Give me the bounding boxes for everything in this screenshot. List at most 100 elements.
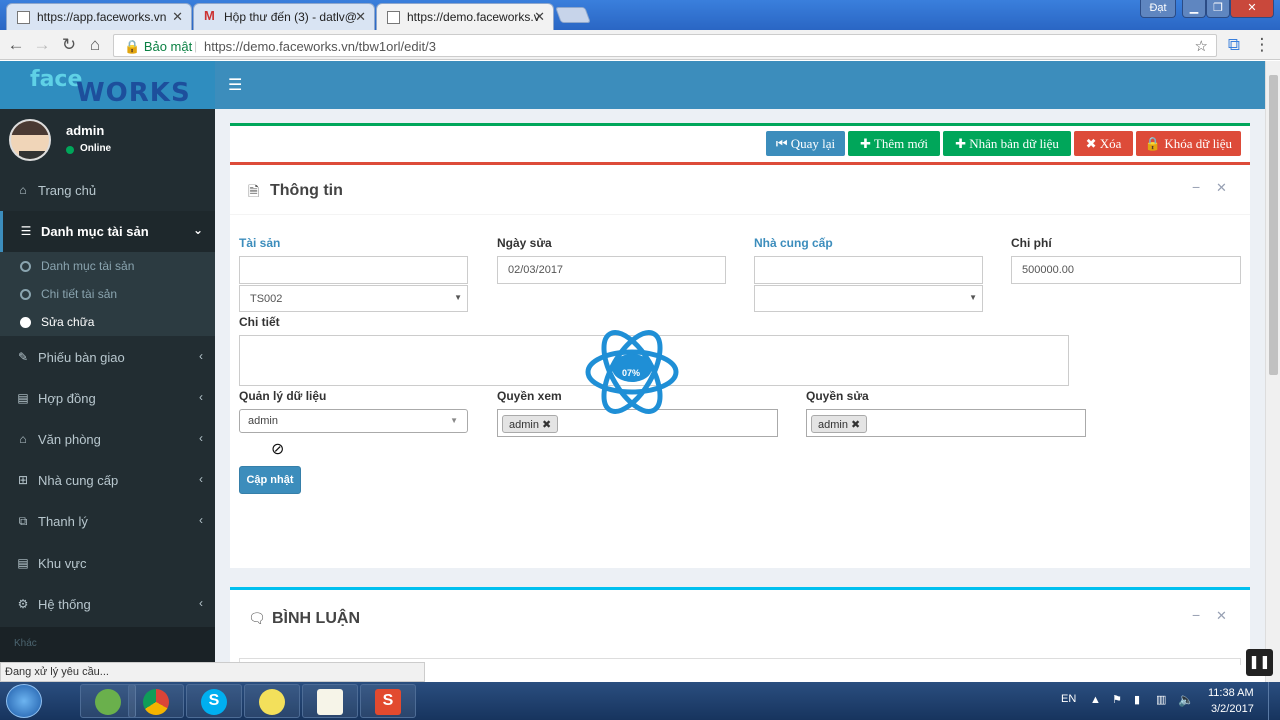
sidebar-subitem-repair[interactable]: Sửa chữa [0, 308, 215, 336]
collapse-icon[interactable]: − [1192, 179, 1200, 195]
user-name: admin [66, 123, 105, 138]
plus-icon: ✚ [859, 136, 871, 151]
asset-select[interactable]: TS002 ▼ [239, 285, 468, 312]
browser-tab-bar: https://app.faceworks.vn ✕ M Hộp thư đến… [0, 0, 1280, 30]
close-icon[interactable]: ✕ [355, 9, 366, 25]
asset-input[interactable] [239, 256, 468, 284]
date-label: Ngày sửa [497, 236, 552, 250]
edit-icon: ✎ [17, 350, 29, 364]
chevron-left-icon: ‹ [199, 390, 203, 404]
remove-tag-icon[interactable]: ✖ [542, 419, 551, 431]
add-button[interactable]: ✚ Thêm mới [848, 131, 940, 156]
edit-permission-label: Quyền sửa [806, 389, 869, 403]
back-button[interactable]: ⏮ Quay lại [766, 131, 845, 156]
minimize-button[interactable]: ▁ [1182, 0, 1206, 18]
circle-icon [20, 261, 31, 272]
address-bar: ← → ↻ ⌂ 🔒 Bảo mật | https://demo.facewor… [0, 30, 1280, 60]
sidebar-item-handover[interactable]: ✎ Phiếu bàn giao ‹ [0, 337, 215, 378]
close-window-button[interactable]: ✕ [1230, 0, 1274, 18]
duplicate-button[interactable]: ✚ Nhân bản dữ liệu [943, 131, 1071, 156]
browser-tab[interactable]: https://app.faceworks.vn ✕ [6, 3, 192, 30]
supplier-input[interactable] [754, 256, 983, 284]
windows-taskbar: S S EN ▲ ⚑ ▮ ▥ 🔈 11:38 AM 3/2/2017 [0, 682, 1280, 720]
sidebar-item-office[interactable]: ⌂ Văn phòng ‹ [0, 419, 215, 460]
tray-expand-icon[interactable]: ▲ [1090, 694, 1101, 706]
taskbar-chrome[interactable] [128, 684, 184, 718]
taskbar-skype[interactable]: S [186, 684, 242, 718]
sidebar-subitem-asset-catalog[interactable]: Danh mục tài sản [0, 252, 215, 280]
profile-button[interactable]: Đạt [1140, 0, 1176, 18]
back-arrow-icon[interactable]: ← [6, 35, 26, 55]
browser-tab[interactable]: M Hộp thư đến (3) - datlv@ ✕ [193, 3, 375, 30]
secure-lock-label: 🔒 Bảo mật [124, 39, 193, 54]
date-input[interactable]: 02/03/2017 [497, 256, 726, 284]
box-title: Thông tin [270, 182, 343, 199]
clock-date[interactable]: 3/2/2017 [1211, 703, 1254, 715]
tab-label: https://demo.faceworks.v [407, 10, 540, 24]
times-icon: ✖ [1085, 136, 1097, 151]
show-desktop-button[interactable] [1268, 682, 1280, 720]
circle-filled-icon [20, 317, 31, 328]
dropdown-arrow-icon: ▼ [450, 416, 458, 425]
close-icon[interactable]: ✕ [172, 9, 183, 25]
collapse-icon[interactable]: − [1192, 607, 1200, 623]
power-icon[interactable]: ▮ [1134, 693, 1140, 706]
star-icon[interactable]: ☆ [1195, 37, 1208, 55]
app-icon [259, 689, 285, 715]
file-text-icon: 🗎 [248, 183, 260, 199]
browser-tab-active[interactable]: https://demo.faceworks.v ✕ [376, 3, 554, 30]
manager-select[interactable]: admin ▼ [239, 409, 468, 433]
cost-input[interactable]: 500000.00 [1011, 256, 1241, 284]
sidebar-item-area[interactable]: ▤ Khu vực [0, 543, 215, 584]
sidebar-item-system[interactable]: ⚙ Hệ thống ‹ [0, 584, 215, 625]
pause-icon[interactable]: ❚❚ [1246, 649, 1273, 676]
circle-icon [20, 289, 31, 300]
taskbar-app[interactable]: S [360, 684, 416, 718]
app-logo[interactable]: face WORKS [0, 61, 215, 109]
edit-permission-select[interactable]: admin ✖ [806, 409, 1086, 437]
volume-icon[interactable]: 🔈 [1178, 692, 1194, 708]
language-indicator[interactable]: EN [1061, 693, 1076, 705]
flag-icon[interactable]: ⚑ [1112, 693, 1122, 706]
permission-tag: admin ✖ [502, 415, 559, 433]
page-icon [387, 11, 400, 24]
extension-icon[interactable]: ⧉ [1224, 35, 1244, 55]
hamburger-icon[interactable]: ☰ [228, 75, 242, 95]
close-icon[interactable]: ✕ [534, 9, 545, 25]
update-button[interactable]: Cập nhật [239, 466, 301, 494]
network-icon[interactable]: ▥ [1156, 693, 1166, 706]
remove-icon[interactable]: ✕ [1216, 608, 1227, 624]
new-tab-button[interactable] [555, 7, 591, 23]
sidebar-item-supplier[interactable]: ⊞ Nhà cung cấp ‹ [0, 460, 215, 501]
clock-time[interactable]: 11:38 AM [1208, 687, 1254, 699]
delete-button[interactable]: ✖ Xóa [1074, 131, 1133, 156]
maximize-button[interactable]: ❐ [1206, 0, 1230, 18]
sidebar-item-asset-catalog[interactable]: ☰ Danh mục tài sản ⌄ [0, 211, 215, 252]
asset-label: Tài sản [239, 236, 281, 250]
sidebar: admin Online ⌂ Trang chủ ☰ Danh mục tài … [0, 109, 215, 662]
chevron-left-icon: ‹ [199, 431, 203, 445]
browser-status-bar: Đang xử lý yêu cầu... [0, 662, 425, 682]
page-scrollbar[interactable] [1265, 61, 1280, 682]
url-input[interactable]: 🔒 Bảo mật | https://demo.faceworks.vn/tb… [113, 34, 1217, 57]
lock-button[interactable]: 🔒 Khóa dữ liệu [1136, 131, 1241, 156]
chevron-left-icon: ‹ [199, 349, 203, 363]
chrome-icon [143, 689, 169, 715]
taskbar-app[interactable] [244, 684, 300, 718]
view-permission-label: Quyền xem [497, 389, 562, 403]
reload-icon[interactable]: ↻ [59, 35, 79, 55]
remove-icon[interactable]: ✕ [1216, 180, 1227, 196]
remove-tag-icon[interactable]: ✖ [851, 419, 860, 431]
scrollbar-thumb[interactable] [1269, 75, 1278, 375]
online-dot-icon [66, 146, 74, 154]
sidebar-item-contract[interactable]: ▤ Hợp đồng ‹ [0, 378, 215, 419]
taskbar-app[interactable] [302, 684, 358, 718]
more-menu-icon[interactable]: ⋮ [1252, 35, 1272, 55]
home-icon[interactable]: ⌂ [85, 35, 105, 55]
sidebar-subitem-asset-detail[interactable]: Chi tiết tài sản [0, 280, 215, 308]
supplier-select[interactable]: ▼ [754, 285, 983, 312]
sidebar-item-liquidation[interactable]: ⧉ Thanh lý ‹ [0, 501, 215, 542]
start-button[interactable] [6, 684, 42, 718]
forward-arrow-icon[interactable]: → [32, 35, 52, 55]
sidebar-item-home[interactable]: ⌂ Trang chủ [0, 170, 215, 211]
